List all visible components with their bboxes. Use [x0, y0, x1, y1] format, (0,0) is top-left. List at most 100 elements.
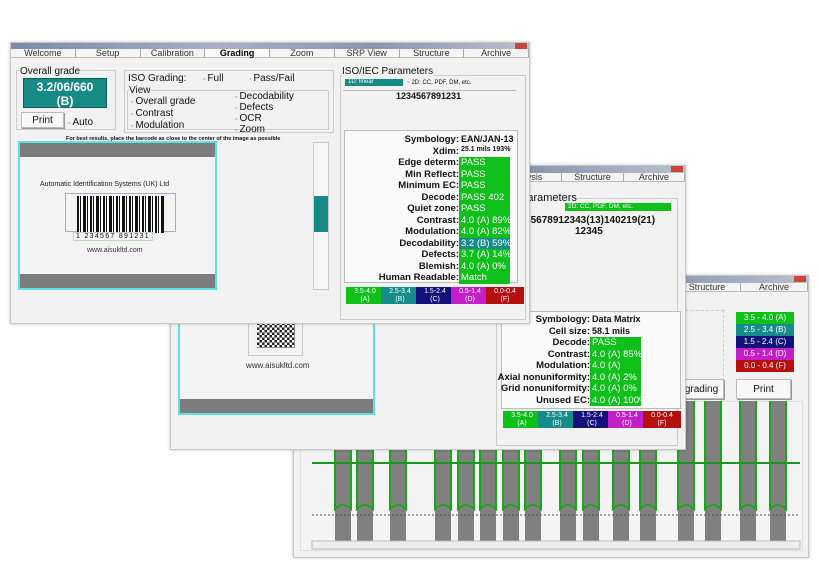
result-row: Decode: PASS [502, 337, 680, 349]
result-value: 4.0 (A) 82% [459, 226, 512, 238]
result-row: Axial nonuniformity: 4.0 (A) 2% [498, 371, 680, 383]
result-label: Decodability: [399, 237, 459, 249]
result-label: Quiet zone: [407, 203, 459, 214]
barcode-frame [65, 193, 176, 233]
result-label: Xdim: [432, 145, 459, 157]
tab-structure[interactable]: Structure [400, 49, 465, 58]
image-band-bottom [180, 399, 373, 413]
legend-range: 0.5-1.4 [616, 412, 638, 419]
view-zoom[interactable]: Zoom [235, 124, 265, 135]
legend-range: 0.5-1.4 [459, 288, 481, 295]
tab-structure[interactable]: Structure [562, 173, 624, 182]
result-row: Min Reflect: PASS [345, 168, 517, 180]
result-row: Contrast: 4.0 (A) 89% [345, 214, 517, 226]
legend-range: 1.5-2.4 [581, 412, 603, 419]
tab-archive[interactable]: Archive [464, 49, 529, 58]
tab-2d[interactable]: 2D: CC, PDF, DM, etc. [407, 79, 471, 86]
result-label: Cell size: [548, 325, 590, 337]
close-icon[interactable] [794, 276, 806, 282]
print-button[interactable]: Print [736, 379, 791, 399]
result-value: Data Matrix [592, 314, 641, 324]
result-value: 4.0 (A) 0% [590, 383, 641, 395]
result-label: Minimum EC: [398, 180, 459, 191]
results-panel: Symbology: EAN/JAN-13 Xdim: 25.1 mils 193% E… [344, 130, 518, 284]
radio-full[interactable]: Full [203, 73, 223, 84]
legend-grade-b: 2.5 - 3.4 (B) [736, 324, 794, 336]
view-defects[interactable]: Defects [235, 102, 273, 113]
view-contrast[interactable]: Contrast [131, 108, 173, 119]
tab-archive[interactable]: Archive [624, 173, 685, 182]
grade-letter: (B) [56, 94, 74, 108]
tab-zoom[interactable]: Zoom [270, 49, 335, 58]
legend-grade-a: 3.5-4.0 (A) [346, 287, 384, 304]
barcode-icon [77, 196, 164, 233]
legend-grade: (A) [360, 296, 370, 303]
result-row: Minimum EC: PASS [345, 180, 517, 192]
legend-grade: (B) [395, 296, 405, 303]
result-label: Edge determ: [398, 157, 459, 168]
print-button[interactable]: Print [21, 112, 64, 128]
result-value: 4.0 (A) 89% [459, 214, 512, 226]
result-row: Modulation: 4.0 (A) 82% [345, 226, 517, 238]
view-modulation[interactable]: Modulation [131, 120, 184, 131]
result-label: Decode: [552, 337, 590, 348]
result-value: 3.7 (A) 14% [459, 249, 512, 261]
tab-setup[interactable]: Setup [76, 49, 141, 58]
image-band-bottom [20, 274, 215, 288]
url-text: www.aisukltd.com [246, 361, 310, 370]
tab-srp-view[interactable]: SRP View [335, 49, 400, 58]
legend-grade-b: 2.5-3.4 (B) [538, 411, 576, 428]
results-panel: Symbology: Data Matrix Cell size: 58.1 mils… [498, 311, 681, 409]
profile-scrollbar[interactable] [311, 540, 801, 550]
legend-range: 3.5-4.0 [354, 288, 376, 295]
legend-grade: (F) [657, 420, 667, 427]
camera-image: Automatic Identification Systems (UK) Lt… [18, 141, 217, 290]
result-label: Symbology: [535, 314, 590, 325]
result-row: Cell size: 58.1 mils [502, 326, 680, 338]
result-label: Min Reflect: [405, 168, 459, 180]
result-label: Symbology: [404, 134, 459, 145]
legend-grade-d: 0.5-1.4 (D) [608, 411, 646, 428]
result-value: PASS [590, 337, 641, 349]
result-row: Unused EC: 4.0 (A) 100% [502, 394, 680, 406]
legend-grade: (B) [552, 420, 562, 427]
tab-calibration[interactable]: Calibration [141, 49, 206, 58]
result-label: Contrast: [416, 214, 459, 226]
result-label: Blemish: [418, 260, 459, 272]
legend-grade-a: 3.5-4.0 (A) [503, 411, 541, 428]
legend-grade-f: 0.0-0.4 (F) [486, 287, 524, 304]
decoded-text: 1234567891231 [396, 91, 462, 101]
result-value: PASS [459, 180, 510, 192]
view-decodability[interactable]: Decodability [235, 91, 293, 102]
result-value: 4.0 (A) [590, 360, 641, 372]
radio-pass-fail[interactable]: Pass/Fail [249, 73, 294, 84]
legend-range: 0.0-0.4 [494, 288, 516, 295]
profile-bar [740, 401, 756, 541]
tab-1d[interactable]: 1D: linear [345, 79, 403, 86]
profile-bar [770, 401, 786, 541]
tab-2d[interactable]: 2D: CC, PDF, DM, etc. [565, 203, 671, 211]
result-label: Modulation: [405, 226, 459, 237]
tab-archive[interactable]: Archive [741, 283, 808, 292]
close-icon[interactable] [671, 166, 683, 172]
result-label: Decode: [421, 191, 459, 203]
auto-checkbox[interactable]: Auto [68, 117, 93, 128]
tab-welcome[interactable]: Welcome [11, 49, 76, 58]
result-row: Symbology: EAN/JAN-13 [345, 134, 517, 146]
zoom-slider[interactable] [313, 142, 329, 290]
decoded-box: 1234567891231 [343, 90, 516, 120]
legend-grade-b: 2.5-3.4 (B) [381, 287, 419, 304]
result-value: 3.2 (B) 59% [459, 237, 512, 249]
legend-range: 2.5-3.4 [389, 288, 411, 295]
tab-grading[interactable]: Grading [205, 49, 270, 58]
slider-thumb[interactable] [314, 196, 328, 232]
result-row: Edge determ: PASS [345, 157, 517, 169]
view-overall-grade[interactable]: Overall grade [131, 96, 195, 107]
window-1d: Welcome Setup Calibration Grading Zoom SRP Vi… [10, 42, 530, 324]
view-ocr[interactable]: OCR [235, 113, 261, 124]
legend-grade: (D) [622, 420, 632, 427]
iso-grading-label: ISO Grading: [128, 73, 187, 84]
result-row: Human Readable: Match [345, 272, 517, 284]
result-label: Grid nonuniformity: [500, 383, 590, 394]
profile-bar [705, 401, 721, 541]
